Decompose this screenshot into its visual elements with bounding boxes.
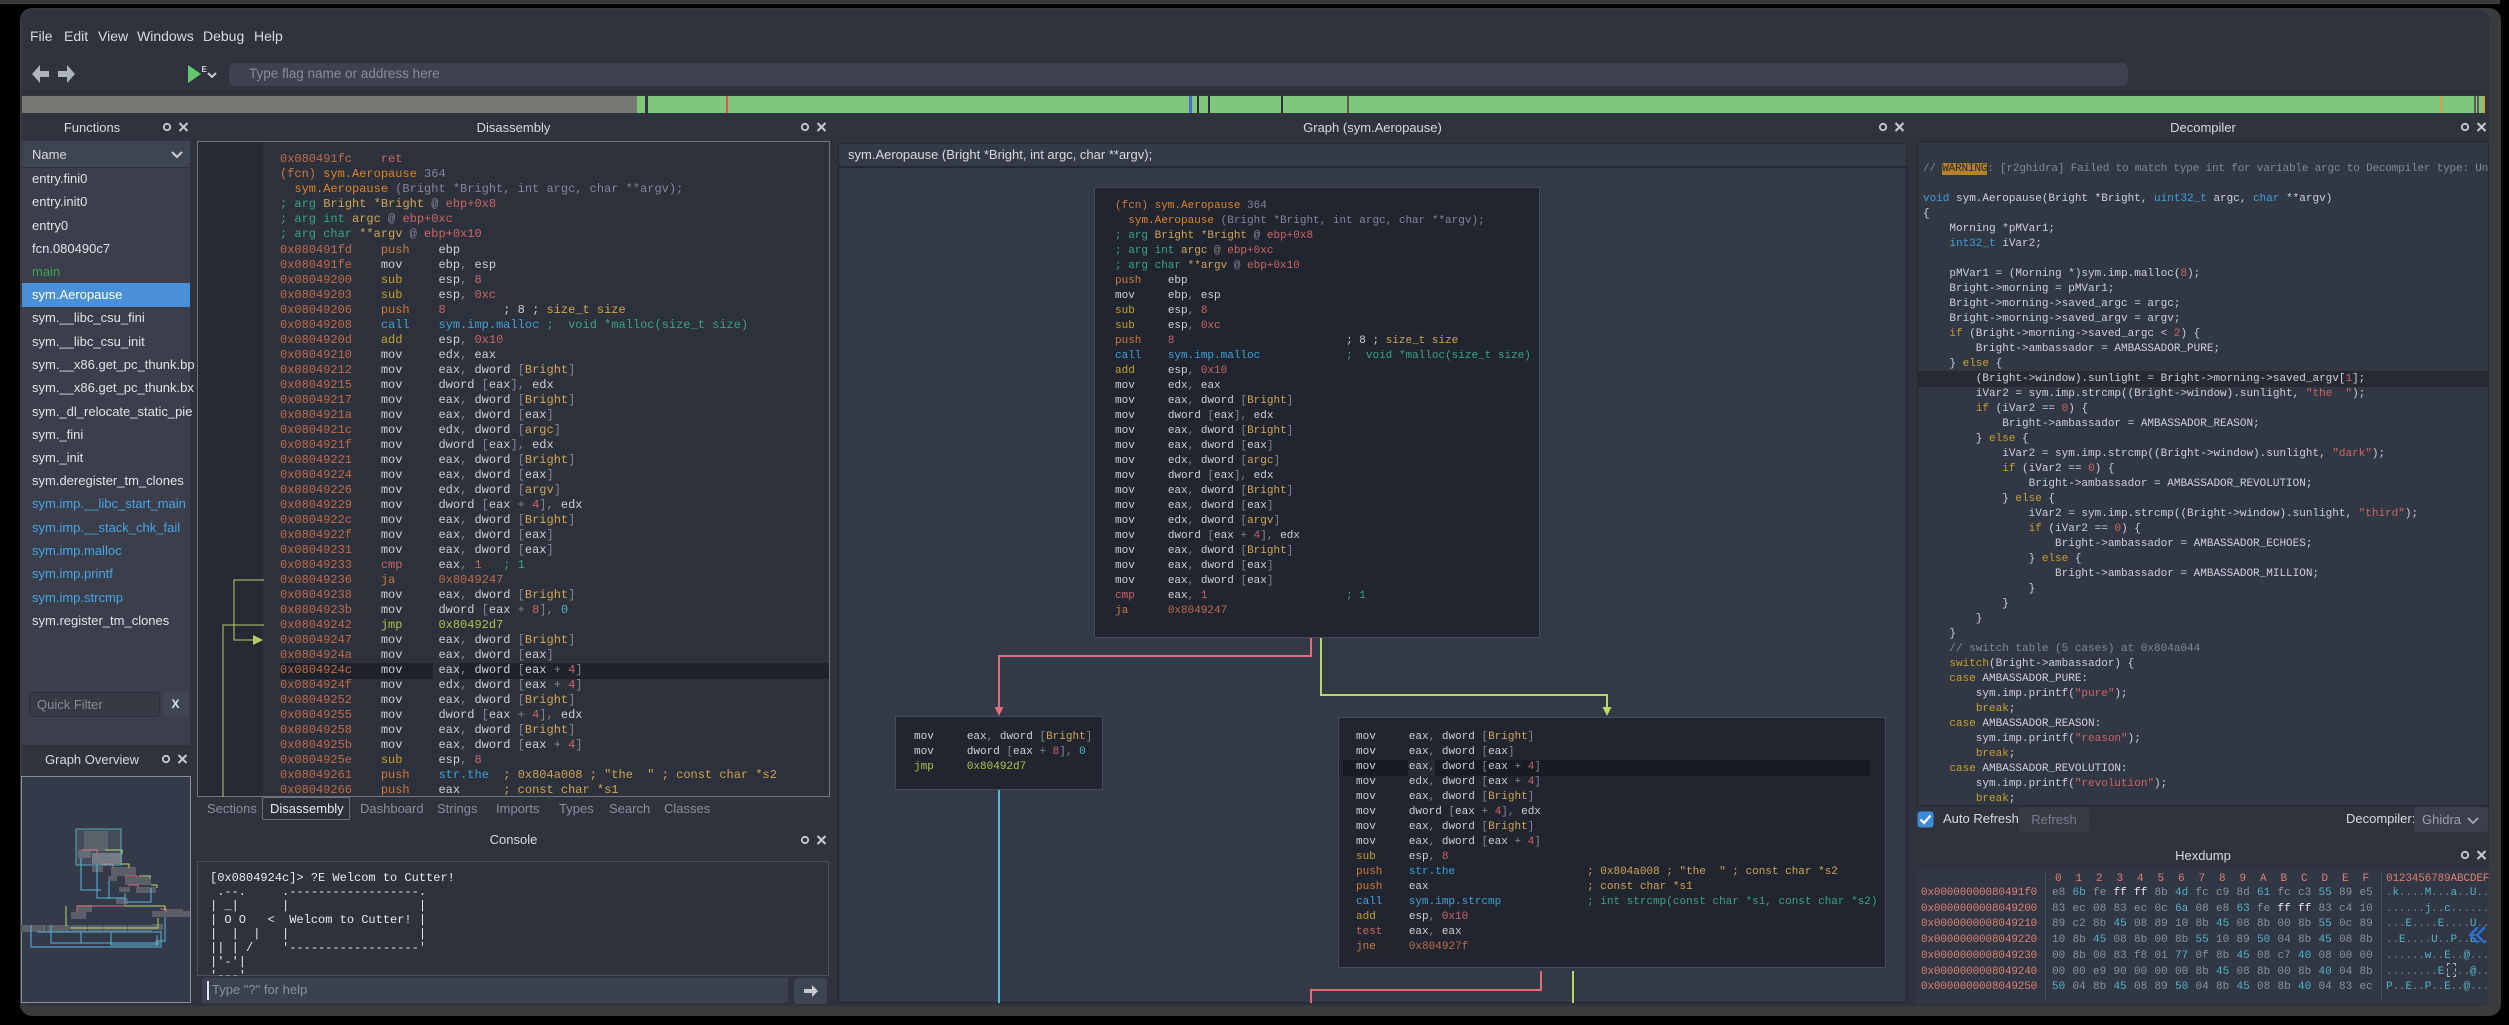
svg-text:E: E xyxy=(202,65,208,74)
